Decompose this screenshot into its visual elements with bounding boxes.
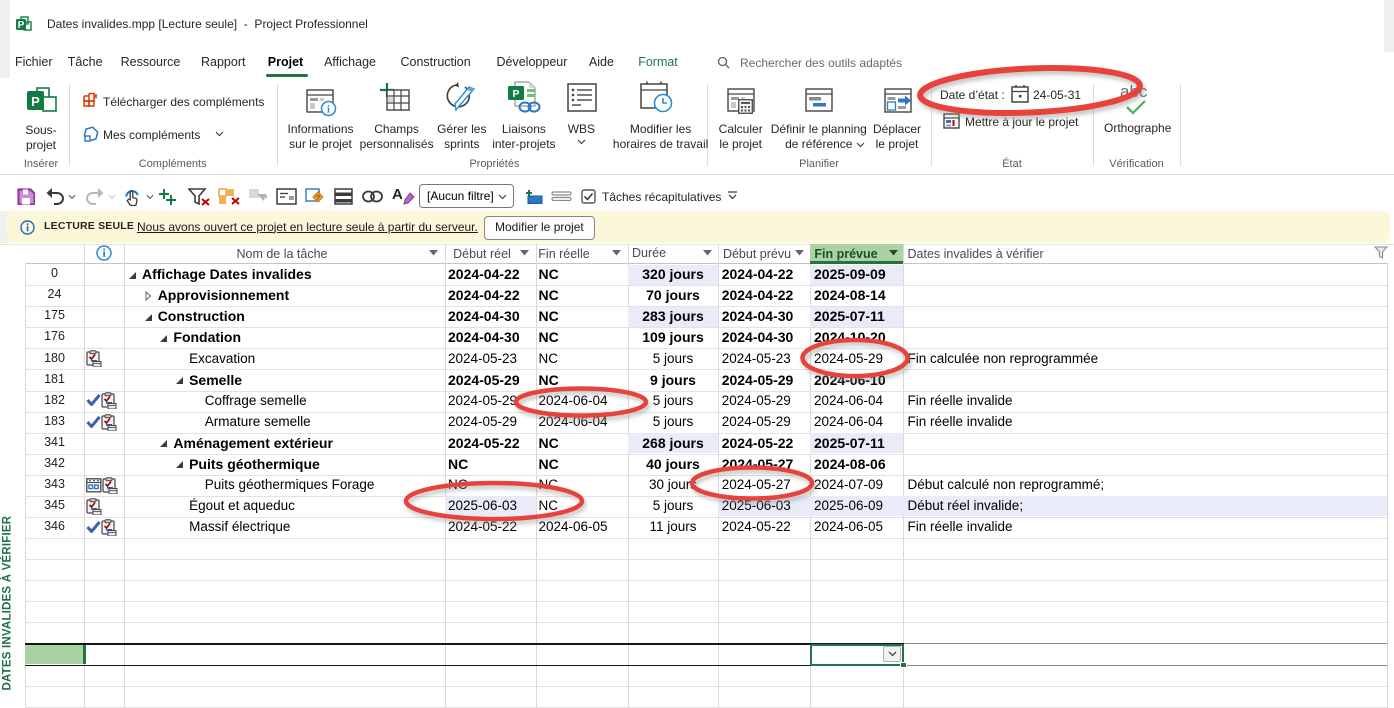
svg-text:P: P (31, 94, 40, 109)
svg-text:i: i (327, 105, 330, 116)
svg-text:?: ? (316, 195, 320, 202)
svg-text:P: P (512, 88, 519, 100)
svg-text:P: P (18, 20, 25, 31)
